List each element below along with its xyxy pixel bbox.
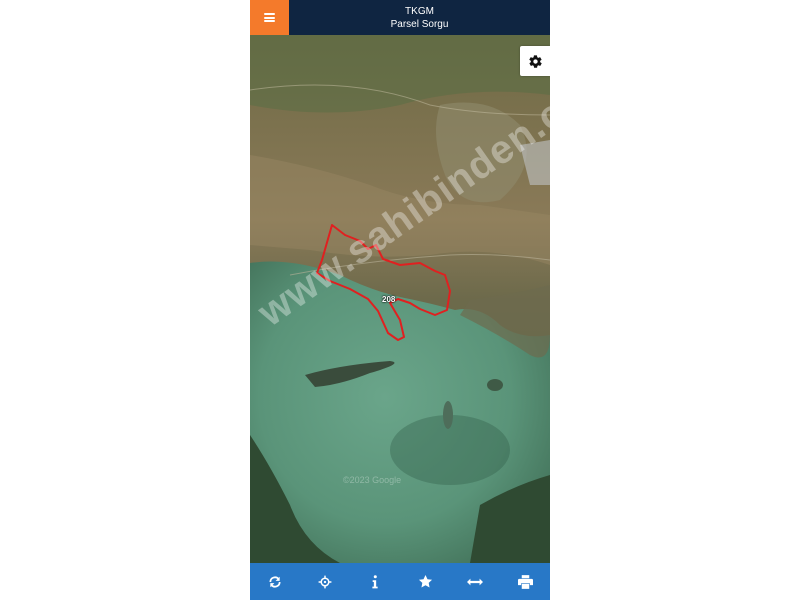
app-header: TKGM Parsel Sorgu xyxy=(250,0,550,35)
star-icon xyxy=(418,574,432,588)
print-icon xyxy=(517,574,533,589)
settings-button[interactable] xyxy=(520,46,550,76)
app-title: TKGM xyxy=(405,5,434,17)
app-subtitle: Parsel Sorgu xyxy=(390,18,449,30)
locate-button[interactable] xyxy=(305,563,345,600)
parcel-number-label[interactable]: 208 xyxy=(382,295,395,304)
measure-button[interactable] xyxy=(455,563,495,600)
measure-arrows-icon xyxy=(467,578,483,585)
print-button[interactable] xyxy=(505,563,545,600)
bottom-toolbar xyxy=(250,563,550,600)
map-credit: ©2023 Google xyxy=(343,475,402,485)
crosshairs-icon xyxy=(318,575,332,588)
hamburger-menu-icon xyxy=(264,13,275,22)
refresh-button[interactable] xyxy=(255,563,295,600)
header-titles: TKGM Parsel Sorgu xyxy=(289,0,550,35)
gear-icon xyxy=(528,54,542,68)
favorite-button[interactable] xyxy=(405,563,445,600)
refresh-icon xyxy=(269,576,281,587)
menu-button[interactable] xyxy=(250,0,289,35)
info-button[interactable] xyxy=(355,563,395,600)
app-screen: TKGM Parsel Sorgu www.sahibinden.com ©20… xyxy=(250,0,550,600)
info-icon xyxy=(372,574,378,588)
